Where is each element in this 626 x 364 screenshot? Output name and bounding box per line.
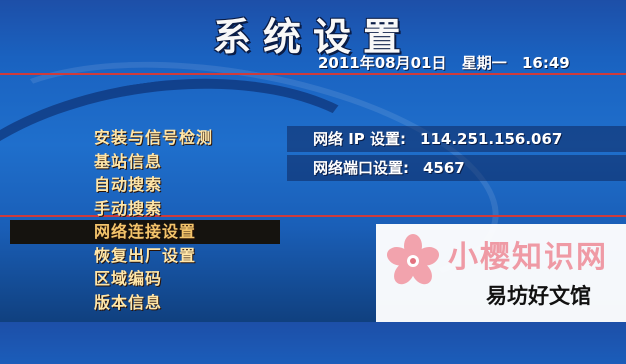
ip-setting-label: 网络 IP 设置: [313,130,407,148]
menu-item-version-info[interactable]: 版本信息 [90,291,280,315]
time-text: 16:49 [521,54,570,72]
tv-settings-screen: 系统设置 2011年08月01日 星期一 16:49 安装与信号检测 基站信息 … [0,0,626,364]
watermark-site: 易坊好文馆 [486,284,591,308]
ip-setting-value[interactable]: 114.251.156.067 [420,130,562,148]
menu-item-factory-reset[interactable]: 恢复出厂设置 [90,244,280,268]
port-setting-row[interactable]: 网络端口设置: 4567 [287,155,626,181]
network-settings-panel: 网络 IP 设置: 114.251.156.067 网络端口设置: 4567 [287,126,626,184]
menu-item-auto-search[interactable]: 自动搜索 [90,173,280,197]
menu-item-network-settings[interactable]: 网络连接设置 [10,220,280,244]
menu-item-region-code[interactable]: 区域编码 [90,267,280,291]
watermark-brand: 小樱知识网 [448,240,608,275]
weekday-text: 星期一 [461,54,507,72]
date-text: 2011年08月01日 [318,54,447,72]
date-time-bar: 2011年08月01日 星期一 16:49 [318,52,618,74]
menu-item-manual-search[interactable]: 手动搜索 [90,197,280,221]
port-setting-label: 网络端口设置: [313,159,409,177]
settings-menu: 安装与信号检测 基站信息 自动搜索 手动搜索 网络连接设置 恢复出厂设置 区域编… [10,126,280,315]
cherry-blossom-icon [386,234,440,285]
menu-item-signal-check[interactable]: 安装与信号检测 [90,126,280,150]
watermark: 小樱知识网 易坊好文馆 [376,224,626,322]
port-setting-value[interactable]: 4567 [423,159,465,177]
menu-item-base-station[interactable]: 基站信息 [90,150,280,174]
header-divider [0,73,626,75]
ip-setting-row[interactable]: 网络 IP 设置: 114.251.156.067 [287,126,626,152]
